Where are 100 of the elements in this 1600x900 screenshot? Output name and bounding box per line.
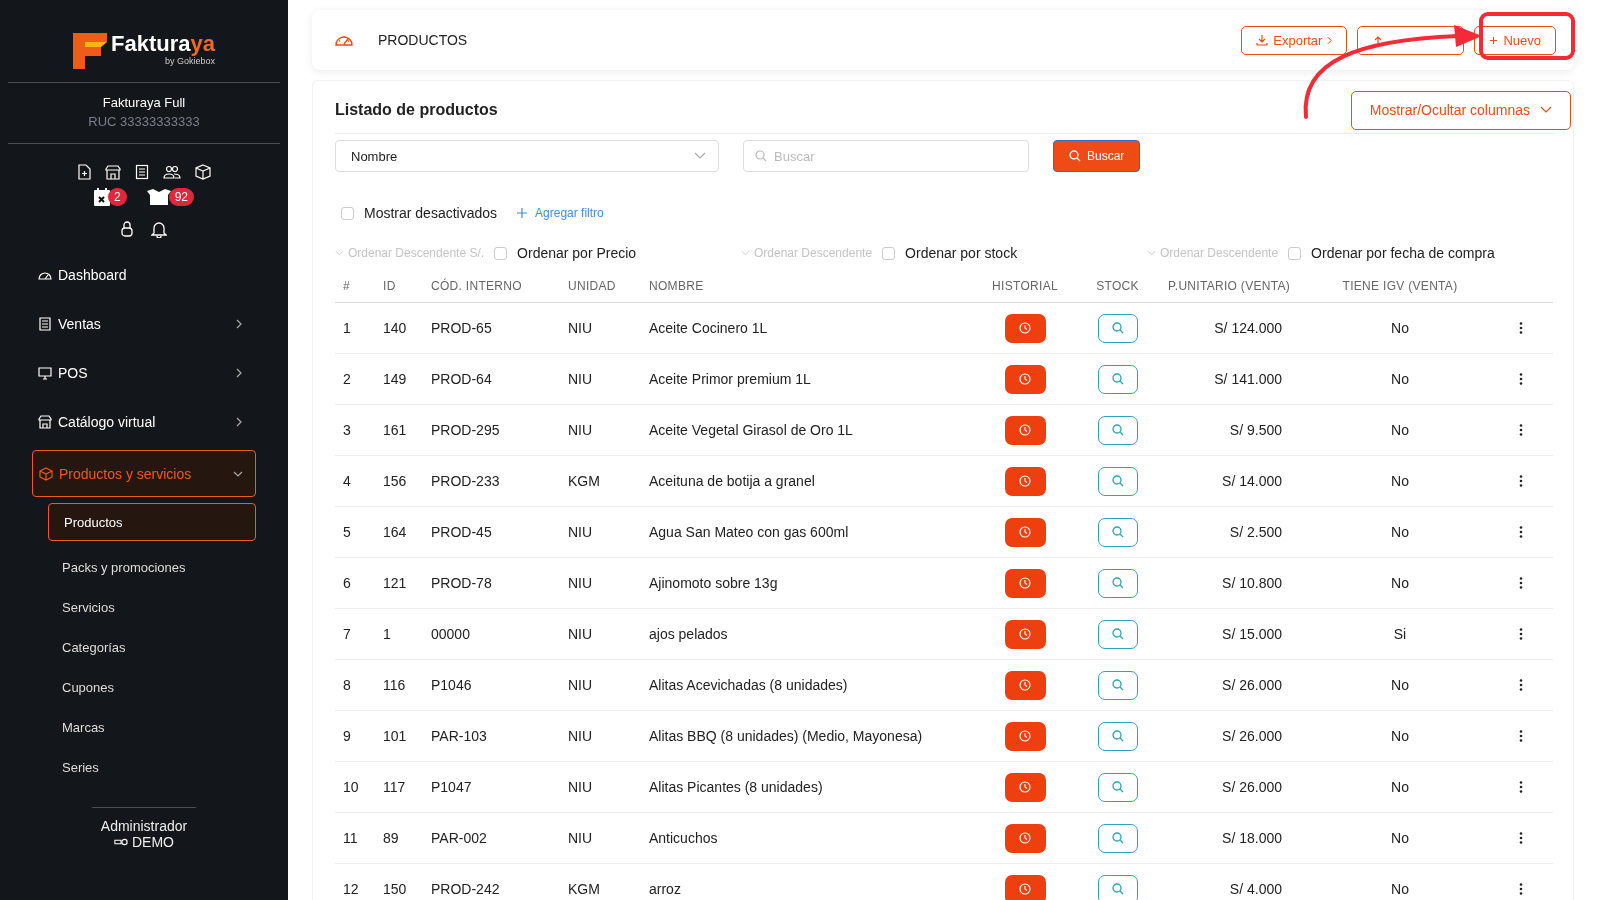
history-button[interactable] — [1004, 721, 1046, 751]
stock-search-button[interactable] — [1097, 415, 1138, 445]
users-icon[interactable] — [163, 165, 181, 179]
more-icon[interactable] — [1518, 883, 1523, 895]
submenu-item[interactable]: Categorías — [32, 627, 256, 667]
more-icon[interactable] — [1518, 322, 1523, 334]
table-cell-text: NIU — [567, 728, 594, 744]
columns-toggle-button[interactable]: Mostrar/Ocultar columnas — [1350, 90, 1571, 130]
more-icon[interactable] — [1518, 373, 1523, 385]
stock-search-button[interactable] — [1097, 772, 1138, 802]
menu-item[interactable]: Dashboard — [32, 250, 256, 299]
column-header: UNIDAD — [567, 279, 617, 293]
calendar-icon[interactable] — [93, 188, 110, 206]
more-icon[interactable] — [1518, 424, 1523, 436]
table-cell-text: No — [1390, 473, 1410, 489]
submenu-item[interactable]: Productos — [48, 503, 256, 541]
stock-search-button[interactable] — [1097, 466, 1138, 496]
table-cell-text: 2 — [342, 371, 352, 387]
checkbox[interactable] — [882, 246, 896, 260]
history-button[interactable] — [1004, 874, 1046, 900]
clock-icon — [1019, 679, 1031, 691]
menu-item[interactable]: Productos y servicios — [32, 450, 256, 497]
table-cell-text: S/ 26.000 — [1221, 728, 1283, 744]
table-cell-text: S/ 9.500 — [1228, 422, 1283, 438]
more-icon[interactable] — [1518, 526, 1523, 538]
new-document-icon[interactable] — [77, 164, 91, 180]
checkbox[interactable] — [341, 206, 354, 220]
history-button[interactable] — [1004, 364, 1046, 394]
checkbox[interactable] — [494, 246, 508, 260]
submenu-item[interactable]: Marcas — [32, 707, 256, 747]
search-button[interactable]: Buscar — [1053, 140, 1141, 172]
stock-search-button[interactable] — [1097, 313, 1138, 343]
checkbox[interactable] — [1288, 246, 1302, 260]
clock-icon — [1019, 628, 1031, 640]
history-button[interactable] — [1004, 568, 1046, 598]
stock-search-button[interactable] — [1097, 517, 1138, 547]
history-button[interactable] — [1004, 670, 1046, 700]
table-cell-text: 164 — [382, 524, 408, 540]
table-cell-text: Aceituna de botija a granel — [648, 473, 816, 489]
header-button[interactable]: Nuevo — [1474, 25, 1556, 55]
plus-icon — [517, 208, 528, 218]
history-button[interactable] — [1004, 619, 1046, 649]
table-cell-text: 121 — [382, 575, 408, 591]
stock-search-button[interactable] — [1097, 721, 1138, 751]
history-button[interactable] — [1004, 313, 1046, 343]
clock-icon — [1019, 475, 1031, 487]
column-header: ID — [382, 279, 397, 293]
more-icon[interactable] — [1518, 679, 1523, 691]
chevron-down-icon — [694, 152, 706, 160]
add-filter-link[interactable]: Agregar filtro — [517, 206, 604, 220]
table-cell-text: 161 — [382, 422, 408, 438]
table-cell-text: S/ 26.000 — [1221, 677, 1283, 693]
more-icon[interactable] — [1518, 628, 1523, 640]
search-icon — [1111, 730, 1124, 742]
table-cell-text: 101 — [382, 728, 408, 744]
more-icon[interactable] — [1518, 730, 1523, 742]
box-icon[interactable] — [195, 164, 211, 180]
lock-icon[interactable] — [121, 221, 133, 237]
table-cell-text: 150 — [382, 881, 408, 897]
table-cell-text: No — [1390, 881, 1410, 897]
table-cell-text: Aceite Vegetal Girasol de Oro 1L — [648, 422, 854, 438]
table-cell-text: Aceite Primor premium 1L — [648, 371, 812, 387]
history-button[interactable] — [1004, 772, 1046, 802]
stock-search-button[interactable] — [1097, 568, 1138, 598]
table-cell-text: PROD-233 — [430, 473, 501, 489]
stock-search-button[interactable] — [1097, 619, 1138, 649]
stock-search-button[interactable] — [1097, 874, 1138, 900]
menu-item[interactable]: POS — [32, 348, 256, 397]
menu-item[interactable]: Catálogo virtual — [32, 397, 256, 446]
stock-search-button[interactable] — [1097, 364, 1138, 394]
stock-search-button[interactable] — [1097, 670, 1138, 700]
menu-item[interactable]: Ventas — [32, 299, 256, 348]
checkbox-label: Ordenar por Precio — [517, 245, 637, 261]
section-title: Listado de productos — [335, 101, 498, 119]
more-icon[interactable] — [1518, 781, 1523, 793]
more-icon[interactable] — [1518, 475, 1523, 487]
field-select[interactable]: Nombre — [335, 140, 719, 172]
bell-icon[interactable] — [151, 220, 167, 238]
table-cell-text: Alitas Acevichadas (8 unidades) — [648, 677, 849, 693]
store-icon[interactable] — [105, 164, 121, 180]
history-button[interactable] — [1004, 466, 1046, 496]
more-icon[interactable] — [1518, 832, 1523, 844]
ledger-icon[interactable] — [135, 164, 149, 180]
search-field[interactable]: Buscar — [743, 140, 1029, 172]
table-cell-text: No — [1390, 830, 1410, 846]
table-cell-text: PROD-65 — [430, 320, 493, 336]
submenu-item[interactable]: Cupones — [32, 667, 256, 707]
table-cell-text: NIU — [567, 830, 594, 846]
header-button[interactable]: Exportar — [1241, 25, 1348, 55]
history-button[interactable] — [1004, 823, 1046, 853]
more-icon[interactable] — [1518, 577, 1523, 589]
table-cell-text: NIU — [567, 422, 594, 438]
submenu-item[interactable]: Series — [32, 747, 256, 787]
table-cell-text: PAR-002 — [430, 830, 488, 846]
submenu-item[interactable]: Packs y promociones — [32, 547, 256, 587]
stock-search-button[interactable] — [1097, 823, 1138, 853]
history-button[interactable] — [1004, 517, 1046, 547]
submenu-item[interactable]: Servicios — [32, 587, 256, 627]
chevron-icon — [1327, 35, 1333, 45]
history-button[interactable] — [1004, 415, 1046, 445]
